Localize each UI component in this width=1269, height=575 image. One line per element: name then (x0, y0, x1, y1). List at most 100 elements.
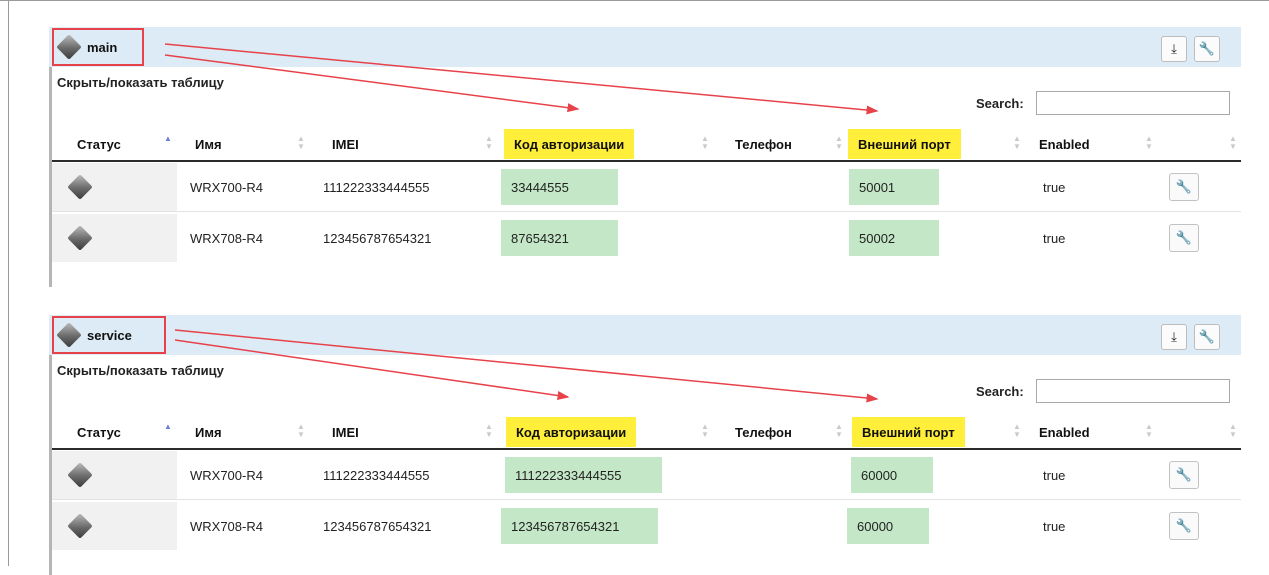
column-header-external-port[interactable]: Внешний порт (848, 129, 961, 159)
toggle-table-link[interactable]: Скрыть/показать таблицу (57, 75, 224, 90)
status-cell (52, 451, 177, 499)
column-header-auth-code[interactable]: Код авторизации (506, 417, 637, 447)
column-header-name[interactable]: Имя (195, 129, 222, 159)
external-port-cell: 60000 (851, 457, 933, 493)
auth-code-cell: 87654321 (501, 220, 618, 256)
sort-asc-icon[interactable]: ▲ (164, 135, 172, 143)
window-top-border (0, 0, 1269, 1)
sort-arrows-icon[interactable]: ▲ ▼ (1145, 135, 1153, 151)
sort-arrows-icon[interactable]: ▲ ▼ (1013, 135, 1021, 151)
column-header-imei[interactable]: IMEI (332, 129, 359, 159)
search-label: Search: (976, 96, 1024, 111)
auth-code-cell: 123456787654321 (501, 508, 658, 544)
column-header-name[interactable]: Имя (195, 417, 222, 447)
toggle-table-link[interactable]: Скрыть/показать таблицу (57, 363, 224, 378)
group-header: main ⤓ 🔧 (49, 27, 1241, 67)
wrench-icon: 🔧 (1175, 518, 1193, 533)
group-status-icon (56, 322, 82, 348)
search-input[interactable] (1036, 379, 1230, 403)
search-label: Search: (976, 384, 1024, 399)
imei-cell: 111222333444555 (323, 467, 430, 483)
imei-cell: 123456787654321 (323, 230, 432, 246)
wrench-icon: 🔧 (1175, 179, 1193, 194)
column-header-auth-code[interactable]: Код авторизации (504, 129, 635, 159)
sort-arrows-icon[interactable]: ▲ ▼ (701, 423, 709, 439)
wrench-icon: 🔧 (1175, 467, 1193, 482)
table-row: WRX708-R4 123456787654321 12345678765432… (52, 502, 1241, 550)
imei-cell: 123456787654321 (323, 518, 432, 534)
column-header-phone[interactable]: Телефон (735, 417, 792, 447)
table-header-divider (52, 160, 1241, 162)
sort-arrows-icon[interactable]: ▲ ▼ (835, 135, 843, 151)
table-row: WRX700-R4 111222333444555 11122233344455… (52, 451, 1241, 500)
settings-button[interactable]: 🔧 (1194, 324, 1220, 350)
sort-arrows-icon[interactable]: ▲ ▼ (297, 135, 305, 151)
window-left-border (8, 0, 9, 566)
row-settings-button[interactable]: 🔧 (1169, 224, 1199, 252)
table-row: WRX708-R4 123456787654321 87654321 50002… (52, 214, 1241, 262)
sort-arrows-icon[interactable]: ▲ ▼ (485, 423, 493, 439)
sort-arrows-icon[interactable]: ▲ ▼ (297, 423, 305, 439)
column-header-phone[interactable]: Телефон (735, 129, 792, 159)
column-header-enabled[interactable]: Enabled (1039, 129, 1090, 159)
highlight-yellow: Внешний порт (848, 129, 961, 159)
external-port-cell: 50001 (849, 169, 939, 205)
table-row: WRX700-R4 111222333444555 33444555 50001… (52, 163, 1241, 212)
group-title: service (87, 327, 132, 343)
status-cell (52, 163, 177, 211)
auth-code-cell: 111222333444555 (505, 457, 662, 493)
group-title-annotation-box[interactable]: main (52, 28, 144, 66)
name-cell: WRX700-R4 (190, 179, 263, 195)
external-port-cell: 60000 (847, 508, 929, 544)
sort-asc-icon[interactable]: ▲ (164, 423, 172, 431)
highlight-yellow: Внешний порт (852, 417, 965, 447)
name-cell: WRX708-R4 (190, 518, 263, 534)
sort-arrows-icon[interactable]: ▲ ▼ (1013, 423, 1021, 439)
wrench-icon: 🔧 (1175, 230, 1193, 245)
sort-arrows-icon[interactable]: ▲ ▼ (835, 423, 843, 439)
sort-arrows-icon[interactable]: ▲ ▼ (1229, 135, 1237, 151)
group-title-annotation-box[interactable]: service (52, 316, 166, 354)
group-status-icon (56, 34, 82, 60)
highlight-yellow: Код авторизации (504, 129, 635, 159)
auth-code-cell: 33444555 (501, 169, 618, 205)
enabled-cell: true (1043, 230, 1066, 246)
column-header-enabled[interactable]: Enabled (1039, 417, 1090, 447)
search-input[interactable] (1036, 91, 1230, 115)
enabled-cell: true (1043, 467, 1066, 483)
group-title: main (87, 39, 118, 55)
wrench-icon: 🔧 (1198, 41, 1216, 56)
imei-cell: 111222333444555 (323, 179, 430, 195)
sort-arrows-icon[interactable]: ▲ ▼ (1145, 423, 1153, 439)
enabled-cell: true (1043, 179, 1066, 195)
wrench-icon: 🔧 (1198, 329, 1216, 344)
status-icon (67, 462, 93, 488)
column-header-status[interactable]: Статус (77, 129, 121, 159)
sort-arrows-icon[interactable]: ▲ ▼ (701, 135, 709, 151)
row-settings-button[interactable]: 🔧 (1169, 461, 1199, 489)
status-icon (67, 513, 93, 539)
download-icon: ⤓ (1171, 329, 1177, 344)
settings-button[interactable]: 🔧 (1194, 36, 1220, 62)
status-icon (67, 225, 93, 251)
name-cell: WRX700-R4 (190, 467, 263, 483)
highlight-yellow: Код авторизации (506, 417, 637, 447)
table-header-divider (52, 448, 1241, 450)
download-button[interactable]: ⤓ (1161, 36, 1187, 62)
external-port-cell: 50002 (849, 220, 939, 256)
row-settings-button[interactable]: 🔧 (1169, 512, 1199, 540)
name-cell: WRX708-R4 (190, 230, 263, 246)
sort-arrows-icon[interactable]: ▲ ▼ (485, 135, 493, 151)
download-button[interactable]: ⤓ (1161, 324, 1187, 350)
status-cell (52, 214, 177, 262)
row-settings-button[interactable]: 🔧 (1169, 173, 1199, 201)
status-cell (52, 502, 177, 550)
download-icon: ⤓ (1171, 41, 1177, 56)
group-header: service ⤓ 🔧 (49, 315, 1241, 355)
column-header-imei[interactable]: IMEI (332, 417, 359, 447)
sort-arrows-icon[interactable]: ▲ ▼ (1229, 423, 1237, 439)
column-header-status[interactable]: Статус (77, 417, 121, 447)
column-header-external-port[interactable]: Внешний порт (852, 417, 965, 447)
status-icon (67, 174, 93, 200)
enabled-cell: true (1043, 518, 1066, 534)
